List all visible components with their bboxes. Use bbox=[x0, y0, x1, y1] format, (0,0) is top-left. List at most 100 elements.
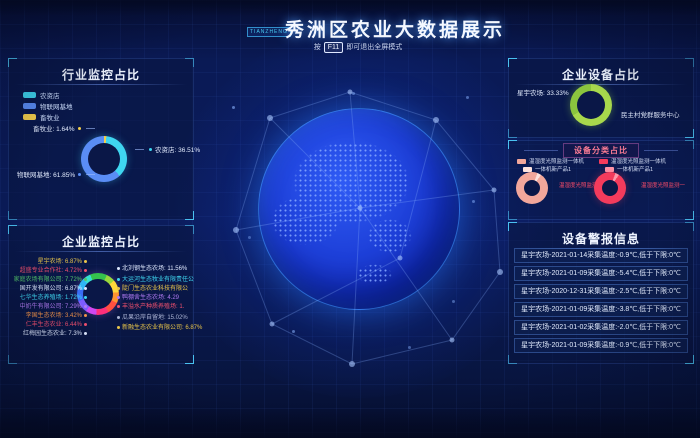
slice-label-text: 瓜果沿岸自留地: 15.02% bbox=[122, 315, 188, 321]
industry-ratio-panel: 行业监控占比 农资店 物联网基地 畜牧业 畜牧业: 1.64% bbox=[8, 58, 194, 220]
slice-dot bbox=[84, 332, 87, 335]
legend-item-nongzidian[interactable]: 农资店 bbox=[23, 89, 73, 100]
slice-label: 星宇农场: 6.87% bbox=[11, 256, 89, 265]
corner-decoration bbox=[185, 225, 194, 234]
dashboard-root: TIANZHENG 秀洲区农业大数据展示 按F11即可退出全屏模式 行业监控占比… bbox=[0, 0, 700, 438]
slice-dot bbox=[117, 316, 120, 319]
corner-decoration bbox=[8, 355, 17, 364]
slice-label: 陡门生态农业科技有限公 bbox=[115, 283, 188, 292]
device-donut-chart[interactable] bbox=[570, 84, 612, 126]
slice-label: 大运河生态牧业有限责任公 bbox=[115, 274, 194, 283]
callout-text: 星宇农场: 33.33% bbox=[517, 90, 569, 97]
callout-dot bbox=[149, 148, 152, 151]
legend-item-xumuye[interactable]: 畜牧业 bbox=[23, 111, 73, 122]
alert-row: 星宇农场-2021-01-09采集温度:-0.9℃,低于下限:0℃ bbox=[514, 338, 688, 353]
callout-iot: 物联网基地: 61.85% bbox=[17, 169, 97, 179]
callout-text: 畜牧业: 1.64% bbox=[33, 123, 75, 133]
fullscreen-hint: 按F11即可退出全屏模式 bbox=[258, 42, 458, 53]
corner-decoration bbox=[508, 129, 517, 138]
corner-decoration bbox=[508, 355, 517, 364]
industry-panel-title: 行业监控占比 bbox=[9, 59, 193, 83]
alert-row: 星宇农场-2021-01-14采集温度:-0.9℃,低于下限:0℃ bbox=[514, 248, 688, 263]
category-legend-item[interactable]: 温湿度光照监测一体机 bbox=[599, 157, 666, 165]
slice-dot bbox=[84, 287, 87, 290]
page-title: 秀洲区农业大数据展示 bbox=[285, 15, 505, 42]
slice-dot bbox=[117, 305, 120, 308]
f11-key-badge: F11 bbox=[324, 42, 344, 53]
device-alerts-panel: 设备警报信息 星宇农场-2021-01-14采集温度:-0.9℃,低于下限:0℃… bbox=[508, 222, 694, 364]
legend-swatch bbox=[605, 167, 614, 172]
industry-legend: 农资店 物联网基地 畜牧业 bbox=[23, 89, 73, 122]
title-line bbox=[524, 150, 558, 151]
enterprise-ratio-panel: 企业监控占比 星宇农场: 6.87% 超盛专业合作社: 4.72% 家庭农场有限… bbox=[8, 225, 194, 364]
legend-label: 一体机新产品1 bbox=[617, 165, 653, 173]
callout-text: 民主村党群服务中心 bbox=[621, 112, 680, 119]
slice-dot bbox=[117, 267, 120, 270]
donut-hole bbox=[602, 180, 618, 196]
alert-row: 星宇农场-2021-01-09采集温度:-3.8℃,低于下限:0℃ bbox=[514, 302, 688, 317]
alerts-panel-title: 设备警报信息 bbox=[509, 223, 693, 247]
legend-label: 物联网基地 bbox=[40, 101, 73, 111]
leader-line bbox=[86, 174, 95, 175]
category-donut-right[interactable] bbox=[594, 172, 626, 204]
category-donut-left[interactable] bbox=[516, 172, 548, 204]
slice-dot bbox=[84, 323, 87, 326]
slice-label-text: 新融生态农业有限公司: 6.87% bbox=[122, 325, 202, 331]
legend-swatch bbox=[599, 159, 608, 164]
callout-dot bbox=[78, 127, 81, 130]
donut-hole bbox=[524, 180, 540, 196]
category-legend-item[interactable]: 温湿度光照监测一体机 bbox=[517, 157, 584, 165]
slice-dot bbox=[117, 326, 120, 329]
slice-label-text: 红梅园生态农业: 7.3% bbox=[23, 331, 82, 337]
legend-swatch bbox=[517, 159, 526, 164]
leader-line bbox=[135, 149, 144, 150]
slice-label-text: 丰溢水产种质养殖场: 1. bbox=[122, 304, 184, 310]
slice-dot bbox=[84, 260, 87, 263]
legend-item-wulianwang[interactable]: 物联网基地 bbox=[23, 100, 73, 111]
callout-text: 温湿度光照监测一 bbox=[641, 183, 685, 189]
callout-text: 物联网基地: 61.85% bbox=[17, 169, 75, 179]
network-overlay bbox=[200, 58, 520, 378]
slice-label: 瓜果沿岸自留地: 15.02% bbox=[115, 312, 188, 321]
slice-dot bbox=[117, 296, 120, 299]
background-specks bbox=[0, 0, 3, 3]
device-panel-title: 企业设备占比 bbox=[509, 59, 693, 83]
alert-row: 星宇农场-2021-01-09采集温度:-5.4℃,低于下限:0℃ bbox=[514, 266, 688, 281]
slice-dot bbox=[117, 287, 120, 290]
title-divider bbox=[15, 251, 187, 252]
slice-label: 超盛专业合作社: 4.72% bbox=[11, 265, 89, 274]
donut-hole bbox=[577, 91, 605, 119]
legend-swatch bbox=[23, 103, 36, 109]
slice-label: 李国生态农场: 3.42% bbox=[11, 310, 89, 319]
corner-decoration bbox=[685, 222, 694, 231]
slice-label-text: 北刘钢生态农场: 11.56% bbox=[122, 266, 187, 272]
device-category-section: 设备分类占比 温湿度光照监测一体机 一体机新产品1 温湿度光照监测一 温湿度光照… bbox=[508, 140, 694, 220]
callout-store: 农资店: 36.51% bbox=[133, 144, 200, 154]
hint-prefix: 按 bbox=[314, 44, 321, 51]
slice-label: 仁丰生态农业: 6.44% bbox=[11, 319, 89, 328]
slice-label: 鸭棚舍生态农场: 4.29 bbox=[115, 292, 179, 301]
slice-label: 丰溢水产种质养殖场: 1. bbox=[115, 301, 184, 310]
legend-swatch bbox=[23, 92, 36, 98]
slice-dot bbox=[84, 269, 87, 272]
slice-dot bbox=[84, 278, 87, 281]
callout-text: 农资店: 36.51% bbox=[155, 144, 200, 154]
enterprise-panel-title: 企业监控占比 bbox=[9, 226, 193, 250]
corner-decoration bbox=[508, 211, 517, 220]
category-callout-right: 温湿度光照监测一 bbox=[641, 181, 685, 189]
slice-label: 国开发有限公司: 6.87% bbox=[11, 283, 89, 292]
category-title-row: 设备分类占比 bbox=[509, 143, 693, 158]
slice-label: 红梅园生态农业: 7.3% bbox=[11, 328, 89, 337]
hint-suffix: 即可退出全屏模式 bbox=[346, 44, 402, 51]
device-ratio-panel: 企业设备占比 星宇农场: 33.33% 民主村党群服务中心 bbox=[508, 58, 694, 138]
alert-row: 星宇农场-2020-12-31采集温度:-2.5℃,低于下限:0℃ bbox=[514, 284, 688, 299]
callout-dot bbox=[78, 173, 81, 176]
corner-decoration bbox=[685, 58, 694, 67]
slice-dot bbox=[84, 314, 87, 317]
slice-dot bbox=[84, 305, 87, 308]
alert-row: 星宇农场-2021-01-02采集温度:-2.0℃,低于下限:0℃ bbox=[514, 320, 688, 335]
slice-label: 北刘钢生态农场: 11.56% bbox=[115, 263, 187, 272]
slice-label: 家庭农场有限公司: 7.72% bbox=[11, 274, 89, 283]
title-divider bbox=[515, 84, 687, 85]
corner-decoration bbox=[185, 58, 194, 67]
